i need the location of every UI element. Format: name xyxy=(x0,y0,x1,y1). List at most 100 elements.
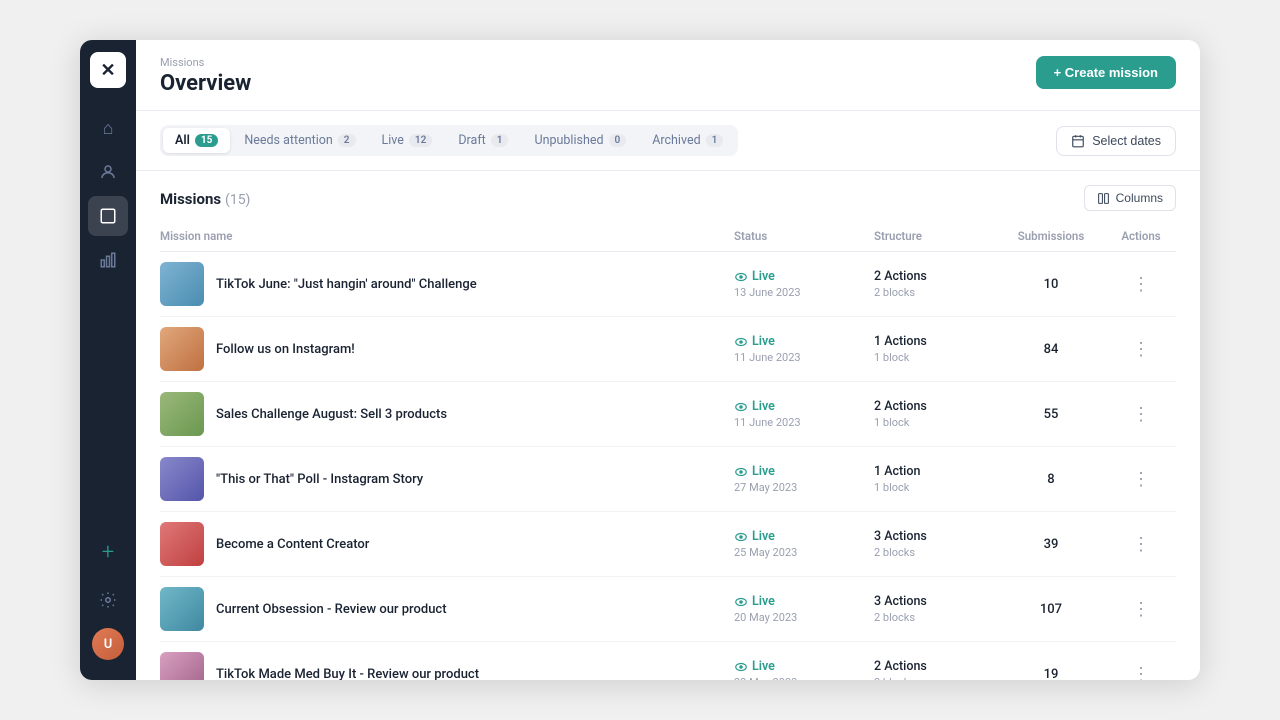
sidebar-item-home[interactable]: ⌂ xyxy=(88,108,128,148)
filter-tab-draft[interactable]: Draft 1 xyxy=(446,128,520,153)
submissions-count: 84 xyxy=(1004,342,1098,357)
col-submissions: Submissions xyxy=(996,221,1106,252)
table-head: Mission name Status Structure Submission… xyxy=(160,221,1176,252)
col-status: Status xyxy=(726,221,866,252)
status-date: 20 May 2023 xyxy=(734,611,858,624)
status-date: 25 May 2023 xyxy=(734,546,858,559)
mission-name: "This or That" Poll - Instagram Story xyxy=(216,472,423,487)
table-title: Missions (15) xyxy=(160,189,250,208)
sidebar-item-analytics[interactable] xyxy=(88,240,128,280)
more-actions-button[interactable]: ⋮ xyxy=(1128,661,1154,680)
table-row: Sales Challenge August: Sell 3 products … xyxy=(160,382,1176,447)
submissions-cell: 107 xyxy=(996,577,1106,642)
filter-tab-needs-attention-label: Needs attention xyxy=(244,133,332,148)
logo[interactable]: ✕ xyxy=(90,52,126,88)
eye-icon xyxy=(734,595,748,609)
structure-blocks: 1 block xyxy=(874,351,988,364)
mission-name-cell: Become a Content Creator xyxy=(160,512,726,577)
more-actions-button[interactable]: ⋮ xyxy=(1128,271,1154,297)
submissions-cell: 84 xyxy=(996,317,1106,382)
table-row: Become a Content Creator Live 25 May 202… xyxy=(160,512,1176,577)
row-actions-cell: ⋮ xyxy=(1106,577,1176,642)
select-dates-button[interactable]: Select dates xyxy=(1056,126,1176,156)
table-count: (15) xyxy=(225,192,250,208)
breadcrumb: Missions xyxy=(160,56,251,69)
status-text: Live xyxy=(752,334,775,349)
sidebar-item-missions[interactable] xyxy=(88,196,128,236)
status-cell: Live 11 June 2023 xyxy=(726,382,866,447)
filter-bar: All 15 Needs attention 2 Live 12 Draft 1… xyxy=(136,111,1200,171)
submissions-cell: 39 xyxy=(996,512,1106,577)
row-actions-cell: ⋮ xyxy=(1106,317,1176,382)
mission-name: TikTok Made Med Buy It - Review our prod… xyxy=(216,667,479,681)
filter-tab-live-label: Live xyxy=(382,133,404,148)
create-mission-button[interactable]: + Create mission xyxy=(1036,56,1176,89)
filter-tab-all[interactable]: All 15 xyxy=(163,128,230,153)
mission-name-cell: TikTok Made Med Buy It - Review our prod… xyxy=(160,642,726,681)
filter-tab-needs-attention[interactable]: Needs attention 2 xyxy=(232,128,367,153)
structure-actions: 1 Action xyxy=(874,464,988,479)
eye-icon xyxy=(734,335,748,349)
status-date: 11 June 2023 xyxy=(734,351,858,364)
sidebar-item-users[interactable] xyxy=(88,152,128,192)
sidebar-item-settings[interactable] xyxy=(88,580,128,620)
mission-name-cell: Sales Challenge August: Sell 3 products xyxy=(160,382,726,447)
mission-thumbnail xyxy=(160,262,204,306)
structure-cell: 1 Action 1 block xyxy=(866,447,996,512)
status-cell: Live 20 May 2023 xyxy=(726,642,866,681)
status-text: Live xyxy=(752,269,775,284)
eye-icon xyxy=(734,465,748,479)
structure-cell: 1 Actions 1 block xyxy=(866,317,996,382)
submissions-cell: 55 xyxy=(996,382,1106,447)
filter-tab-needs-attention-badge: 2 xyxy=(338,134,356,147)
columns-button[interactable]: Columns xyxy=(1084,185,1176,211)
status-date: 11 June 2023 xyxy=(734,416,858,429)
more-actions-button[interactable]: ⋮ xyxy=(1128,466,1154,492)
header-left: Missions Overview xyxy=(160,56,251,96)
filter-tab-all-label: All xyxy=(175,133,190,148)
filter-tab-unpublished[interactable]: Unpublished 0 xyxy=(522,128,638,153)
submissions-count: 10 xyxy=(1004,277,1098,292)
structure-cell: 2 Actions 1 block xyxy=(866,382,996,447)
sidebar: ✕ ⌂ + U xyxy=(80,40,136,680)
sidebar-item-add[interactable]: + xyxy=(88,532,128,572)
status-date: 20 May 2023 xyxy=(734,676,858,680)
mission-name: Sales Challenge August: Sell 3 products xyxy=(216,407,447,422)
status-date: 27 May 2023 xyxy=(734,481,858,494)
filter-tab-live-badge: 12 xyxy=(409,134,432,147)
eye-icon xyxy=(734,400,748,414)
table-row: TikTok Made Med Buy It - Review our prod… xyxy=(160,642,1176,681)
filter-tab-unpublished-badge: 0 xyxy=(609,134,627,147)
filter-tab-draft-badge: 1 xyxy=(491,134,509,147)
filter-tab-archived[interactable]: Archived 1 xyxy=(640,128,735,153)
structure-blocks: 2 blocks xyxy=(874,286,988,299)
structure-cell: 3 Actions 2 blocks xyxy=(866,577,996,642)
page-title: Overview xyxy=(160,71,251,96)
status-cell: Live 20 May 2023 xyxy=(726,577,866,642)
structure-blocks: 2 blocks xyxy=(874,546,988,559)
table-row: Follow us on Instagram! Live 11 June 202… xyxy=(160,317,1176,382)
structure-blocks: 2 blocks xyxy=(874,676,988,680)
more-actions-button[interactable]: ⋮ xyxy=(1128,336,1154,362)
avatar[interactable]: U xyxy=(92,628,124,660)
status-cell: Live 13 June 2023 xyxy=(726,252,866,317)
more-actions-button[interactable]: ⋮ xyxy=(1128,596,1154,622)
sidebar-nav: ⌂ xyxy=(88,108,128,532)
header: Missions Overview + Create mission xyxy=(136,40,1200,111)
submissions-cell: 8 xyxy=(996,447,1106,512)
mission-thumbnail xyxy=(160,457,204,501)
select-dates-label: Select dates xyxy=(1092,134,1161,148)
submissions-cell: 19 xyxy=(996,642,1106,681)
more-actions-button[interactable]: ⋮ xyxy=(1128,401,1154,427)
mission-name-cell: Follow us on Instagram! xyxy=(160,317,726,382)
mission-name-cell: TikTok June: "Just hangin' around" Chall… xyxy=(160,252,726,317)
more-actions-button[interactable]: ⋮ xyxy=(1128,531,1154,557)
mission-name: Become a Content Creator xyxy=(216,537,369,552)
table-area: Missions (15) Columns Mission name Statu… xyxy=(136,171,1200,680)
filter-tab-live[interactable]: Live 12 xyxy=(370,128,445,153)
row-actions-cell: ⋮ xyxy=(1106,512,1176,577)
structure-actions: 2 Actions xyxy=(874,269,988,284)
mission-name: TikTok June: "Just hangin' around" Chall… xyxy=(216,277,477,292)
table-row: "This or That" Poll - Instagram Story Li… xyxy=(160,447,1176,512)
mission-name: Current Obsession - Review our product xyxy=(216,602,447,617)
